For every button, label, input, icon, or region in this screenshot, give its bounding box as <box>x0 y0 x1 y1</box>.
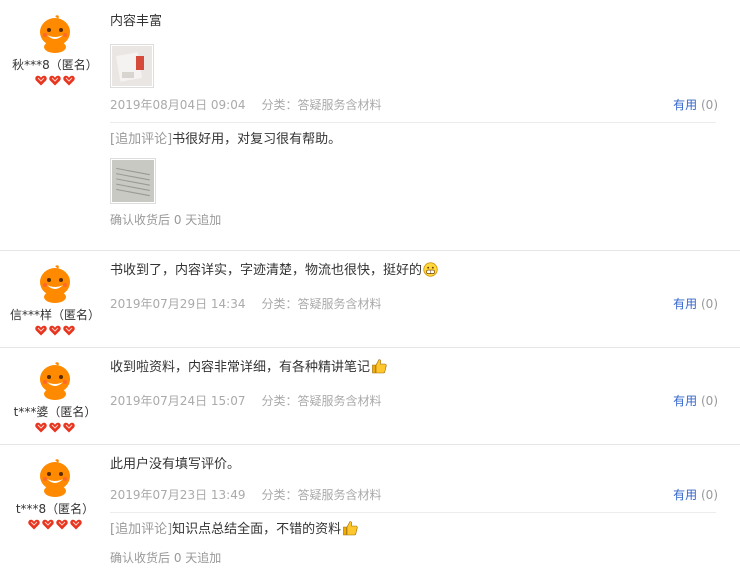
reviewer-name: 秋***8（匿名） <box>12 58 98 72</box>
avatar[interactable] <box>35 263 75 303</box>
review-content: 收到啦资料，内容非常详细，有各种精讲笔记 2019年07月24日 15:07 分类… <box>110 358 728 411</box>
reviewer: t***婆（匿名） <box>0 360 110 434</box>
reviewer: t***8（匿名） <box>0 457 110 531</box>
useful-count: (0) <box>701 98 718 112</box>
reviewer-name: t***8（匿名） <box>15 502 95 516</box>
review-content: 内容丰富 2019年08月04日 09:04 分类：答疑服务含材料 有用 (0) … <box>110 12 728 229</box>
append-tag: [追加评论] <box>110 132 173 147</box>
rank-hearts <box>0 422 110 434</box>
review-item: 秋***8（匿名） 内容丰富 2019年08月04日 09:04 分类：答疑服务含… <box>0 0 740 251</box>
reviewer: 秋***8（匿名） <box>0 13 110 87</box>
avatar[interactable] <box>35 13 75 53</box>
review-date: 2019年07月24日 15:07 <box>110 394 246 408</box>
review-item: t***婆（匿名） 收到啦资料，内容非常详细，有各种精讲笔记 2019年07月2… <box>0 348 740 445</box>
useful-button[interactable]: 有用 <box>673 297 697 311</box>
heart-rank-icon <box>35 75 47 86</box>
heart-rank-icon <box>63 75 75 86</box>
rank-hearts <box>0 519 110 531</box>
append-note: 确认收货后 0 天追加 <box>110 213 222 227</box>
heart-rank-icon <box>70 519 82 530</box>
append-divider <box>110 512 716 513</box>
heart-rank-icon <box>49 325 61 336</box>
review-photo-thumbnail[interactable] <box>110 44 154 88</box>
useful-button[interactable]: 有用 <box>673 488 697 502</box>
review-content: 此用户没有填写评价。 2019年07月23日 13:49 分类：答疑服务含材料 有… <box>110 455 728 567</box>
review-date: 2019年07月23日 13:49 <box>110 488 246 502</box>
useful-button[interactable]: 有用 <box>673 394 697 408</box>
mascot-avatar-icon <box>35 13 75 53</box>
append-photo-thumbnail[interactable] <box>110 158 156 204</box>
review-date: 2019年08月04日 09:04 <box>110 98 246 112</box>
review-list-page: { "reviews": [ { "user": { "name": "秋***… <box>0 0 740 578</box>
heart-rank-icon <box>49 422 61 433</box>
useful-vote: 有用 (0) <box>673 391 718 411</box>
review-meta: 2019年07月29日 14:34 分类：答疑服务含材料 有用 (0) <box>110 294 728 314</box>
append-text: 知识点总结全面，不错的资料 <box>172 522 342 537</box>
thumbs-up-icon <box>371 358 387 381</box>
append-comment: [追加评论]知识点总结全面，不错的资料 <box>110 520 728 543</box>
review-text: 书收到了，内容详实，字迹清楚，物流也很快，挺好的 <box>110 261 728 284</box>
useful-count: (0) <box>701 297 718 311</box>
useful-button[interactable]: 有用 <box>673 98 697 112</box>
mascot-avatar-icon <box>35 457 75 497</box>
review-text: 收到啦资料，内容非常详细，有各种精讲笔记 <box>110 358 728 381</box>
grin-emoji-icon <box>423 262 438 284</box>
append-tag: [追加评论] <box>110 522 173 537</box>
rank-hearts <box>0 75 110 87</box>
review-category: 分类：答疑服务含材料 <box>261 98 382 112</box>
append-text: 书很好用，对复习很有帮助。 <box>172 132 342 147</box>
review-category: 分类：答疑服务含材料 <box>261 394 382 408</box>
reviewer-name: 信***样（匿名） <box>9 308 100 322</box>
reviewer: 信***样（匿名） <box>0 263 110 337</box>
heart-rank-icon <box>56 519 68 530</box>
review-meta: 2019年07月24日 15:07 分类：答疑服务含材料 有用 (0) <box>110 391 728 411</box>
review-item: t***8（匿名） 此用户没有填写评价。 2019年07月23日 13:49 分类… <box>0 445 740 578</box>
review-text: 此用户没有填写评价。 <box>110 457 241 472</box>
review-date: 2019年07月29日 14:34 <box>110 297 246 311</box>
review-meta: 2019年08月04日 09:04 分类：答疑服务含材料 有用 (0) <box>110 95 728 115</box>
heart-rank-icon <box>49 75 61 86</box>
avatar[interactable] <box>35 360 75 400</box>
heart-rank-icon <box>28 519 40 530</box>
useful-vote: 有用 (0) <box>673 485 718 505</box>
review-text: 内容丰富 <box>110 14 163 29</box>
append-comment: [追加评论]书很好用，对复习很有帮助。 <box>110 130 728 150</box>
heart-rank-icon <box>63 325 75 336</box>
photo-thumbnail-icon <box>112 46 152 86</box>
useful-vote: 有用 (0) <box>673 294 718 314</box>
useful-vote: 有用 (0) <box>673 95 718 115</box>
heart-rank-icon <box>35 422 47 433</box>
rank-hearts <box>0 325 110 337</box>
review-content: 书收到了，内容详实，字迹清楚，物流也很快，挺好的 2019年07月29日 14:… <box>110 261 728 314</box>
photo-thumbnail-icon <box>112 160 154 202</box>
append-divider <box>110 122 716 123</box>
useful-count: (0) <box>701 394 718 408</box>
heart-rank-icon <box>42 519 54 530</box>
review-category: 分类：答疑服务含材料 <box>261 488 382 502</box>
useful-count: (0) <box>701 488 718 502</box>
heart-rank-icon <box>35 325 47 336</box>
review-category: 分类：答疑服务含材料 <box>261 297 382 311</box>
thumbs-up-icon <box>342 520 358 543</box>
append-note: 确认收货后 0 天追加 <box>110 551 222 565</box>
reviewer-name: t***婆（匿名） <box>13 405 97 419</box>
mascot-avatar-icon <box>35 263 75 303</box>
review-meta: 2019年07月23日 13:49 分类：答疑服务含材料 有用 (0) <box>110 485 728 505</box>
heart-rank-icon <box>63 422 75 433</box>
review-item: 信***样（匿名） 书收到了，内容详实，字迹清楚，物流也很快，挺好的 2019年… <box>0 251 740 348</box>
avatar[interactable] <box>35 457 75 497</box>
mascot-avatar-icon <box>35 360 75 400</box>
